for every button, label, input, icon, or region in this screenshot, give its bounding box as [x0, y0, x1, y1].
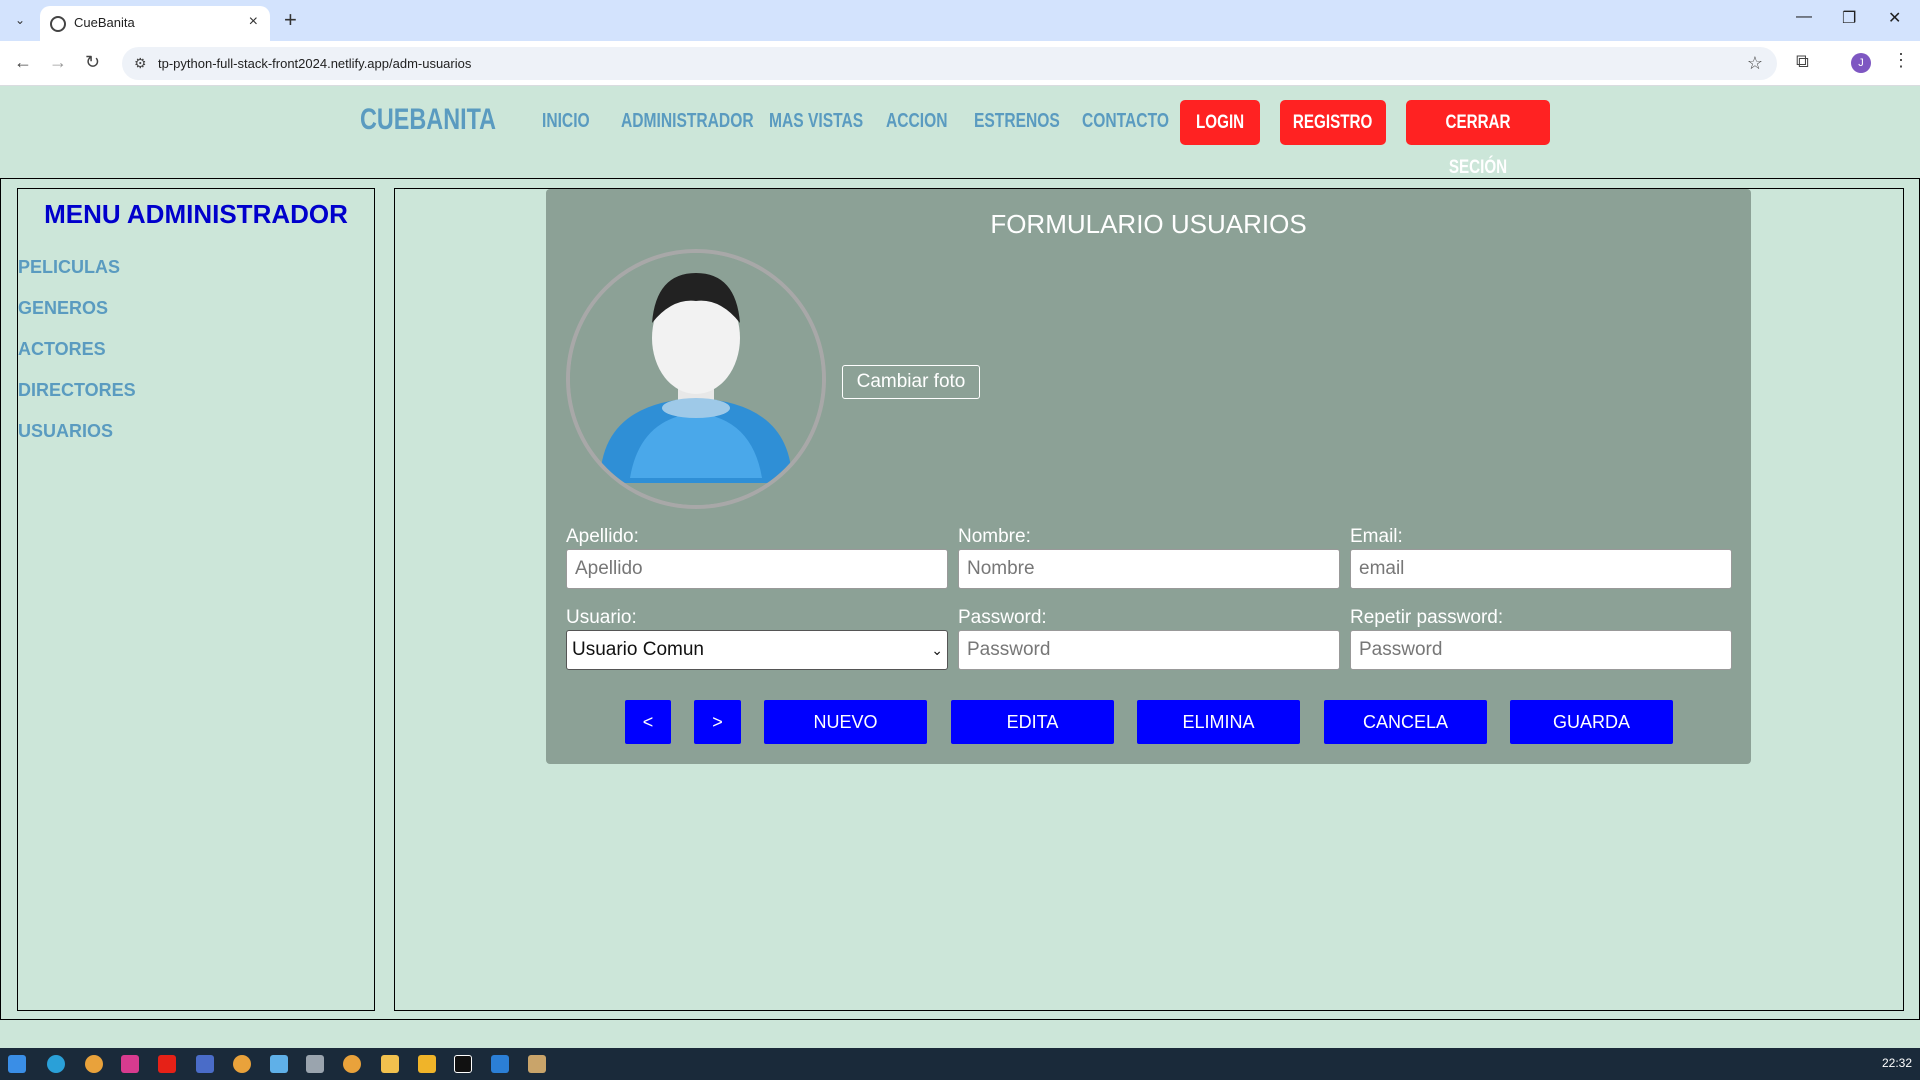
elimina-button[interactable]: ELIMINA — [1137, 700, 1300, 744]
email-input[interactable] — [1350, 549, 1732, 589]
bookmark-star-icon[interactable]: ☆ — [1747, 53, 1763, 74]
forward-icon[interactable]: → — [49, 52, 67, 73]
apellido-input[interactable] — [566, 549, 948, 589]
start-icon[interactable] — [8, 1055, 26, 1073]
edita-button[interactable]: EDITA — [951, 700, 1114, 744]
intellij-icon[interactable] — [454, 1055, 472, 1073]
tab-title: CueBanita — [74, 15, 135, 30]
registro-label: REGISTRO — [1293, 112, 1373, 133]
chrome-profile-icon[interactable] — [233, 1055, 251, 1073]
taskbar-clock: 22:32 — [1881, 1056, 1912, 1070]
url-field[interactable]: ⚙ tp-python-full-stack-front2024.netlify… — [122, 47, 1777, 80]
cancela-button[interactable]: CANCELA — [1324, 700, 1487, 744]
usuario-label: Usuario: — [566, 607, 637, 628]
nombre-label: Nombre: — [958, 526, 1031, 547]
file-explorer-icon[interactable] — [381, 1055, 399, 1073]
chrome-active-icon[interactable] — [343, 1055, 361, 1073]
sidebar-item-actores[interactable]: ACTORES — [18, 339, 106, 360]
tab-favicon-icon — [50, 16, 66, 32]
registro-button[interactable]: REGISTRO — [1280, 100, 1386, 145]
profile-avatar[interactable]: J — [1851, 53, 1871, 73]
browser-menu-icon[interactable]: ⋮ — [1892, 50, 1910, 71]
edge-icon[interactable] — [47, 1055, 65, 1073]
tab-search-icon[interactable]: ⌄ — [10, 10, 30, 30]
apellido-label: Apellido: — [566, 526, 639, 547]
chrome-icon[interactable] — [85, 1055, 103, 1073]
user-avatar — [566, 249, 826, 509]
nav-accion[interactable]: ACCION — [886, 110, 948, 133]
nav-estrenos[interactable]: ESTRENOS — [974, 110, 1060, 133]
browser-tab-bar: ⌄ CueBanita × + — ❐ ✕ — [0, 0, 1920, 41]
calculator-icon[interactable] — [306, 1055, 324, 1073]
app-icon[interactable] — [196, 1055, 214, 1073]
new-tab-icon[interactable]: + — [284, 7, 297, 33]
nav-contacto[interactable]: CONTACTO — [1082, 110, 1169, 133]
back-icon[interactable]: ← — [14, 52, 32, 73]
nav-inicio[interactable]: INICIO — [542, 110, 590, 133]
site-header: CUEBANITA INICIO ADMINISTRADOR MAS VISTA… — [0, 86, 1920, 178]
site-info-icon[interactable]: ⚙ — [134, 55, 147, 72]
login-button[interactable]: LOGIN — [1180, 100, 1260, 145]
password-label: Password: — [958, 607, 1047, 628]
url-text: tp-python-full-stack-front2024.netlify.a… — [158, 56, 472, 71]
minimize-icon[interactable]: — — [1796, 8, 1812, 26]
usuario-select-value: Usuario Comun — [572, 639, 704, 660]
nuevo-button[interactable]: NUEVO — [764, 700, 927, 744]
email-label: Email: — [1350, 526, 1403, 547]
git-icon[interactable] — [418, 1055, 436, 1073]
sidebar-item-generos[interactable]: GENEROS — [18, 298, 108, 319]
user-form-panel: FORMULARIO USUARIOS Cambiar foto Apellid… — [546, 189, 1751, 764]
misc-app-icon[interactable] — [528, 1055, 546, 1073]
brand-logo[interactable]: CUEBANITA — [360, 103, 496, 137]
logout-button[interactable]: CERRAR SECIÓN — [1406, 100, 1550, 178]
user-silhouette-icon — [570, 253, 822, 505]
extensions-icon[interactable]: ⧉ — [1796, 51, 1809, 72]
form-title: FORMULARIO USUARIOS — [990, 209, 1307, 239]
os-taskbar: 22:32 — [0, 1048, 1920, 1080]
logout-label: CERRAR SECIÓN — [1445, 112, 1511, 178]
login-label: LOGIN — [1195, 112, 1245, 133]
password-input[interactable] — [958, 630, 1340, 670]
sidebar-title: MENU ADMINISTRADOR — [44, 199, 348, 229]
browser-tab[interactable]: CueBanita × — [40, 6, 270, 41]
close-tab-icon[interactable]: × — [249, 13, 258, 31]
prev-button[interactable]: < — [625, 700, 671, 744]
window-close-icon[interactable]: ✕ — [1888, 8, 1901, 28]
nav-mas-vistas[interactable]: MAS VISTAS — [769, 110, 863, 133]
change-photo-button[interactable]: Cambiar foto — [842, 365, 980, 399]
youtube-icon[interactable] — [158, 1055, 176, 1073]
address-bar: ← → ↻ ⚙ tp-python-full-stack-front2024.n… — [0, 41, 1920, 86]
nombre-input[interactable] — [958, 549, 1340, 589]
repeat-password-label: Repetir password: — [1350, 607, 1504, 628]
vscode-icon[interactable] — [491, 1055, 509, 1073]
apps-icon[interactable] — [121, 1055, 139, 1073]
sidebar-item-directores[interactable]: DIRECTORES — [18, 380, 136, 401]
next-button[interactable]: > — [694, 700, 741, 744]
reload-icon[interactable]: ↻ — [85, 52, 100, 73]
nav-administrador[interactable]: ADMINISTRADOR — [621, 110, 754, 133]
remote-desktop-icon[interactable] — [270, 1055, 288, 1073]
chevron-down-icon: ⌄ — [931, 642, 943, 658]
guarda-button[interactable]: GUARDA — [1510, 700, 1673, 744]
sidebar-item-usuarios[interactable]: USUARIOS — [18, 421, 113, 442]
repeat-password-input[interactable] — [1350, 630, 1732, 670]
sidebar-item-peliculas[interactable]: PELICULAS — [18, 257, 120, 278]
admin-sidebar: MENU ADMINISTRADOR PELICULAS GENEROS ACT… — [17, 188, 375, 1011]
restore-icon[interactable]: ❐ — [1842, 8, 1856, 28]
usuario-select[interactable]: Usuario Comun ⌄ — [566, 630, 948, 670]
